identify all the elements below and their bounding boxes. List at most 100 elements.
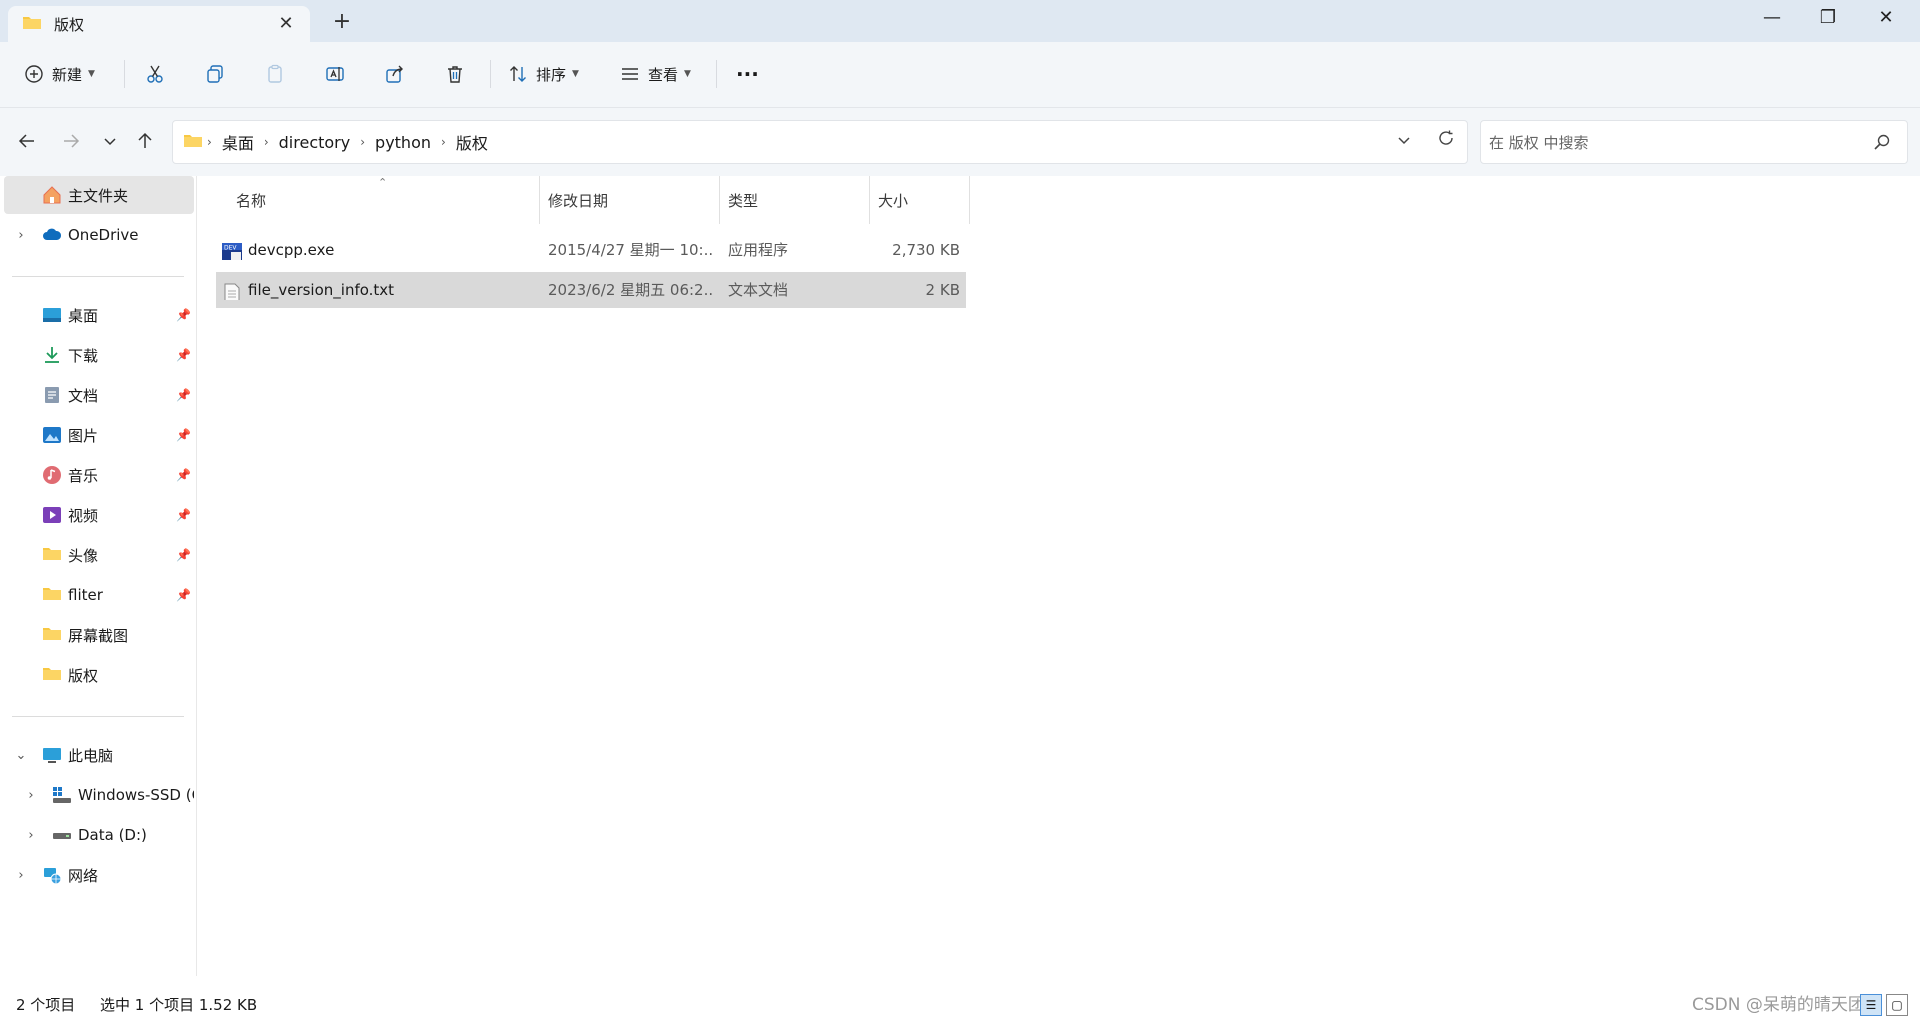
sidebar-item-network[interactable]: › 网络 [0, 856, 196, 894]
sidebar-item-label: 主文件夹 [68, 186, 129, 205]
chevron-right-icon[interactable]: › [14, 868, 28, 883]
drive-icon [52, 825, 72, 845]
pin-icon[interactable]: 📌 [176, 308, 191, 322]
table-row[interactable]: file_version_info.txt 2023/6/2 星期五 06:2.… [216, 272, 966, 308]
sidebar-item-drive-c[interactable]: › Windows-SSD (C:) [0, 776, 196, 814]
tab-current-folder[interactable]: 版权 ✕ [8, 6, 310, 42]
chevron-down-icon[interactable]: ⌄ [14, 748, 28, 763]
minimize-button[interactable]: — [1744, 0, 1800, 36]
file-type: 应用程序 [728, 241, 789, 259]
sidebar-item-label: 屏幕截图 [68, 626, 129, 645]
pin-icon[interactable]: 📌 [176, 388, 191, 402]
pin-icon[interactable]: 📌 [176, 428, 191, 442]
tab-close-button[interactable]: ✕ [276, 14, 296, 34]
delete-button[interactable] [445, 56, 465, 92]
up-button[interactable] [132, 130, 158, 156]
address-dropdown-button[interactable] [1397, 133, 1411, 151]
details-view-button[interactable]: ☰ [1860, 994, 1882, 1016]
sidebar-item-label: 头像 [68, 546, 99, 565]
sidebar-item-videos[interactable]: 视频 📌 [0, 496, 196, 534]
tab-title: 版权 [54, 15, 85, 34]
svg-text:DEV: DEV [224, 245, 237, 252]
divider [12, 276, 184, 277]
sidebar-item-label: Windows-SSD (C:) [78, 786, 194, 804]
chevron-right-icon[interactable]: › [14, 228, 28, 243]
column-resize-handle[interactable] [969, 176, 970, 224]
share-icon [385, 64, 405, 84]
chevron-right-icon[interactable]: › [24, 828, 38, 843]
sidebar-item-this-pc[interactable]: ⌄ 此电脑 [0, 736, 196, 774]
share-button[interactable] [385, 56, 405, 92]
sidebar-item-pictures[interactable]: 图片 📌 [0, 416, 196, 454]
forward-button[interactable] [58, 130, 84, 156]
column-header-modified[interactable]: 修改日期 [540, 176, 720, 224]
home-icon [42, 185, 62, 205]
new-tab-button[interactable]: + [330, 10, 354, 34]
breadcrumb-python[interactable]: python [375, 133, 431, 152]
column-header-name[interactable]: 名称 ⌃ [216, 176, 540, 224]
sidebar-item-downloads[interactable]: 下载 📌 [0, 336, 196, 374]
back-button[interactable] [14, 130, 40, 156]
chevron-down-icon: ▼ [572, 69, 579, 79]
column-header-type[interactable]: 类型 [720, 176, 870, 224]
breadcrumb-directory[interactable]: directory [279, 133, 351, 152]
more-options-button[interactable]: ··· [736, 56, 759, 92]
recent-locations-button[interactable] [97, 130, 123, 156]
sidebar-item-copyright[interactable]: 版权 [0, 656, 196, 694]
sidebar-item-music[interactable]: 音乐 📌 [0, 456, 196, 494]
chevron-right-icon: › [207, 135, 212, 149]
view-button[interactable]: 查看 ▼ [620, 56, 691, 92]
sidebar-item-screenshots[interactable]: 屏幕截图 [0, 616, 196, 654]
folder-icon [42, 665, 62, 685]
table-row[interactable]: DEV devcpp.exe 2015/4/27 星期一 10:... 应用程序… [216, 232, 966, 268]
pane-divider[interactable] [196, 176, 197, 976]
pin-icon[interactable]: 📌 [176, 588, 191, 602]
pin-icon[interactable]: 📌 [176, 468, 191, 482]
folder-icon [183, 132, 203, 152]
address-bar[interactable]: › 桌面 › directory › python › 版权 [172, 120, 1468, 164]
sidebar-item-home[interactable]: 主文件夹 [4, 176, 194, 214]
sidebar-item-fliter[interactable]: fliter 📌 [0, 576, 196, 614]
pin-icon[interactable]: 📌 [176, 508, 191, 522]
search-icon[interactable] [1873, 133, 1891, 155]
divider [124, 60, 125, 88]
breadcrumb-current[interactable]: 版权 [456, 130, 488, 154]
sidebar-item-desktop[interactable]: 桌面 📌 [0, 296, 196, 334]
scissors-icon [145, 64, 165, 84]
pin-icon[interactable]: 📌 [176, 348, 191, 362]
rename-button[interactable] [325, 56, 345, 92]
copy-icon [205, 64, 225, 84]
pin-icon[interactable]: 📌 [176, 548, 191, 562]
new-button[interactable]: 新建 ▼ [24, 56, 95, 92]
sidebar-item-avatar-folder[interactable]: 头像 📌 [0, 536, 196, 574]
sort-button-label: 排序 [536, 65, 567, 84]
sidebar-item-documents[interactable]: 文档 📌 [0, 376, 196, 414]
folder-icon [42, 545, 62, 565]
title-bar: 版权 ✕ + — ❐ ✕ [0, 0, 1920, 42]
sidebar-item-drive-d[interactable]: › Data (D:) [0, 816, 196, 854]
copy-button[interactable] [205, 56, 225, 92]
sidebar-item-label: 音乐 [68, 466, 99, 485]
sort-button[interactable]: 排序 ▼ [508, 56, 579, 92]
search-input[interactable] [1489, 131, 1849, 155]
sidebar-item-onedrive[interactable]: › OneDrive [0, 216, 196, 254]
sidebar-item-label: 文档 [68, 386, 99, 405]
download-icon [42, 345, 62, 365]
rename-icon [325, 64, 345, 84]
file-name: devcpp.exe [248, 241, 335, 259]
paste-button[interactable] [265, 56, 285, 92]
sidebar-item-label: 版权 [68, 666, 99, 685]
close-window-button[interactable]: ✕ [1858, 0, 1914, 36]
refresh-button[interactable] [1437, 129, 1455, 152]
tiles-view-button[interactable]: ▢ [1886, 994, 1908, 1016]
chevron-right-icon[interactable]: › [24, 788, 38, 803]
breadcrumb-desktop[interactable]: 桌面 [222, 130, 254, 154]
network-icon [42, 865, 62, 885]
column-header-label: 修改日期 [548, 191, 609, 210]
cloud-icon [42, 225, 62, 245]
restore-button[interactable]: ❐ [1800, 0, 1856, 36]
column-header-size[interactable]: 大小 [870, 176, 970, 224]
cut-button[interactable] [145, 56, 165, 92]
selection-info: 选中 1 个项目 1.52 KB [100, 996, 258, 1014]
navigation-pane: 主文件夹 › OneDrive 桌面 📌 下载 📌 文档 📌 图片 📌 音乐 📌… [0, 176, 196, 976]
